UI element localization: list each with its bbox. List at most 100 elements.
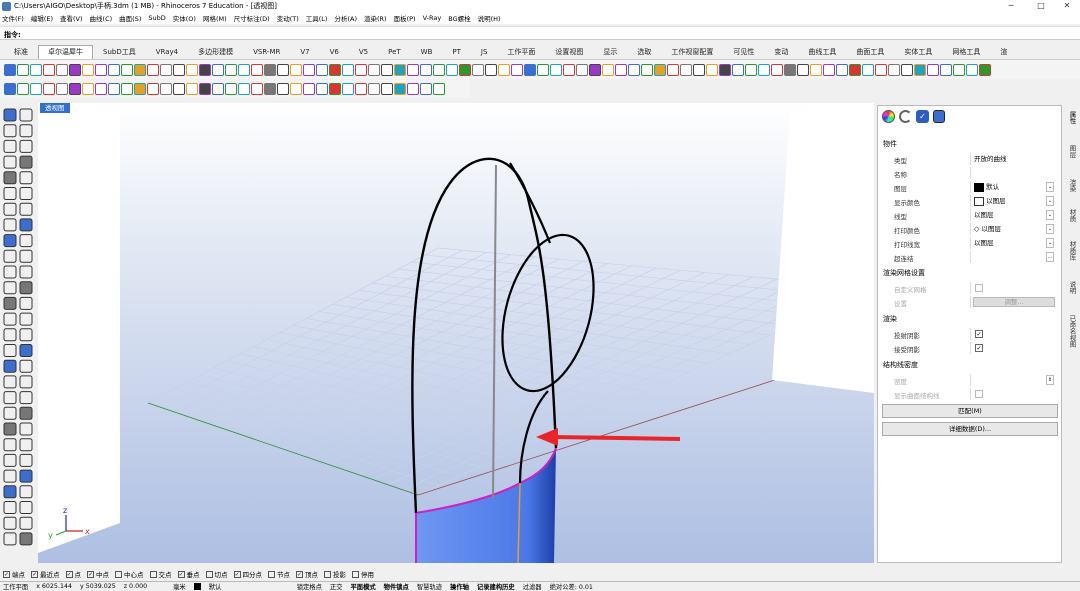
tab-materials[interactable]: 材质 [1065, 209, 1077, 222]
status-planar[interactable]: 平面模式 [350, 582, 375, 591]
toolbar-tool-icon[interactable] [199, 63, 211, 76]
toolbar-tool-icon[interactable] [420, 63, 432, 76]
left-tool-icon[interactable] [3, 281, 17, 295]
toolbar-tool-icon[interactable] [810, 63, 822, 76]
toolbar-tool-icon[interactable] [264, 83, 276, 95]
left-tool-icon[interactable] [19, 359, 33, 373]
menu-solid[interactable]: 实体(O) [173, 13, 196, 23]
toolbar-tool-icon[interactable] [472, 63, 484, 76]
toolbar-tool-icon[interactable] [745, 63, 757, 76]
tab-wb[interactable]: WB [411, 45, 443, 59]
prop-display-color-select[interactable]: 以图层 ⌄ [970, 195, 1056, 207]
toolbar-tool-icon[interactable] [498, 63, 510, 76]
checkbox-empty-icon[interactable] [149, 570, 157, 578]
close-button[interactable]: ✕ [1052, 0, 1080, 12]
osnap-item[interactable]: ✓ 顶点 [296, 569, 318, 579]
left-tool-icon[interactable] [19, 422, 33, 436]
left-tool-icon[interactable] [3, 516, 17, 530]
toolbar-tool-icon[interactable] [186, 63, 198, 76]
left-tool-icon[interactable] [3, 344, 17, 357]
minimize-button[interactable]: ─ [996, 0, 1026, 12]
checkbox-empty-icon[interactable] [268, 570, 275, 578]
status-ortho[interactable]: 正交 [330, 582, 343, 591]
toolbar-tool-icon[interactable] [147, 63, 159, 76]
tab-set-view[interactable]: 设置视图 [545, 45, 593, 59]
checkbox-checked-icon[interactable]: ✓ [177, 570, 185, 578]
toolbar-tool-icon[interactable] [108, 83, 120, 95]
toolbar-tool-icon[interactable] [17, 63, 29, 76]
osnap-item[interactable]: 节点 [268, 569, 290, 579]
toolbar-tool-icon[interactable] [680, 63, 692, 76]
toolbar-tool-icon[interactable] [381, 83, 393, 95]
tab-solid-tools[interactable]: 实体工具 [894, 45, 942, 59]
cylinder-icon[interactable] [933, 110, 945, 123]
left-tool-icon[interactable] [3, 438, 17, 452]
toolbar-tool-icon[interactable] [394, 83, 406, 95]
osnap-item[interactable]: ✓ 中点 [87, 569, 109, 579]
toolbar-tool-icon[interactable] [17, 83, 29, 95]
density-field[interactable]: ⇕ [970, 374, 1056, 386]
match-button[interactable]: 匹配(M) [882, 404, 1058, 418]
tab-v5[interactable]: V5 [349, 45, 378, 59]
toolbar-tool-icon[interactable] [407, 83, 419, 95]
menu-subd[interactable]: SubD [148, 14, 165, 22]
left-tool-icon[interactable] [19, 344, 33, 357]
prop-name-field[interactable] [970, 167, 1056, 179]
toolbar-tool-icon[interactable] [4, 83, 16, 95]
left-tool-icon[interactable] [19, 124, 33, 138]
toolbar-tool-icon[interactable] [95, 83, 107, 95]
receive-shadow-checkbox[interactable]: ✓ [975, 344, 983, 352]
status-smarttrack[interactable]: 智慧轨迹 [417, 582, 442, 591]
menu-dimension[interactable]: 尺寸标注(D) [234, 13, 270, 23]
checkbox-checked-icon[interactable]: ✓ [87, 570, 94, 578]
left-tool-icon[interactable] [19, 312, 33, 326]
left-tool-icon[interactable] [3, 234, 17, 248]
toolbar-tool-icon[interactable] [264, 63, 276, 76]
perspective-viewport[interactable]: x y z [38, 103, 874, 563]
left-tool-icon[interactable] [3, 391, 17, 405]
tab-js[interactable]: JS [471, 45, 498, 59]
toolbar-tool-icon[interactable] [56, 83, 68, 95]
menu-view[interactable]: 查看(V) [60, 13, 83, 23]
cast-shadow-checkbox[interactable]: ✓ [975, 330, 983, 338]
toolbar-tool-icon[interactable] [186, 83, 198, 95]
tab-cplane[interactable]: 工作平面 [497, 45, 545, 59]
toolbar-tool-icon[interactable] [940, 63, 952, 76]
toolbar-tool-icon[interactable] [4, 63, 16, 76]
left-tool-icon[interactable] [3, 249, 17, 263]
left-tool-icon[interactable] [19, 516, 33, 530]
left-tool-icon[interactable] [3, 485, 17, 499]
left-tool-icon[interactable] [19, 108, 33, 122]
toolbar-tool-icon[interactable] [43, 63, 55, 76]
menu-render[interactable]: 渲染(R) [364, 13, 387, 23]
toolbar-tool-icon[interactable] [30, 63, 42, 76]
tab-transform[interactable]: 变动 [764, 45, 798, 59]
osnap-item[interactable]: ✓ 四分点 [233, 569, 262, 579]
left-tool-icon[interactable] [19, 501, 33, 514]
left-tool-icon[interactable] [19, 296, 33, 310]
adjust-button[interactable]: 调整... [973, 297, 1055, 307]
toolbar-tool-icon[interactable] [368, 63, 380, 76]
toolbar-tool-icon[interactable] [368, 83, 380, 95]
toolbar-tool-icon[interactable] [355, 83, 367, 95]
toolbar-tool-icon[interactable] [589, 63, 601, 76]
toolbar-tool-icon[interactable] [121, 83, 133, 95]
left-tool-icon[interactable] [19, 469, 33, 483]
toolbar-tool-icon[interactable] [511, 63, 523, 76]
checkbox-checked-icon[interactable]: ✓ [3, 570, 10, 578]
menu-file[interactable]: 文件(F) [2, 13, 24, 23]
tab-subd-tools[interactable]: SubD工具 [93, 45, 146, 59]
toolbar-tool-icon[interactable] [303, 83, 315, 95]
toolbar-tool-icon[interactable] [875, 63, 887, 76]
more-button[interactable]: … [1046, 252, 1054, 262]
toolbar-tool-icon[interactable] [693, 63, 705, 76]
menu-vray[interactable]: V-Ray [423, 14, 442, 22]
toolbar-tool-icon[interactable] [160, 83, 172, 95]
toolbar-tool-icon[interactable] [771, 63, 783, 76]
osnap-item[interactable]: 切点 [205, 569, 228, 579]
toolbar-tool-icon[interactable] [719, 63, 731, 76]
toolbar-tool-icon[interactable] [173, 83, 185, 95]
toolbar-tool-icon[interactable] [914, 63, 926, 76]
toolbar-tool-icon[interactable] [979, 63, 991, 76]
toolbar-tool-icon[interactable] [433, 83, 445, 95]
